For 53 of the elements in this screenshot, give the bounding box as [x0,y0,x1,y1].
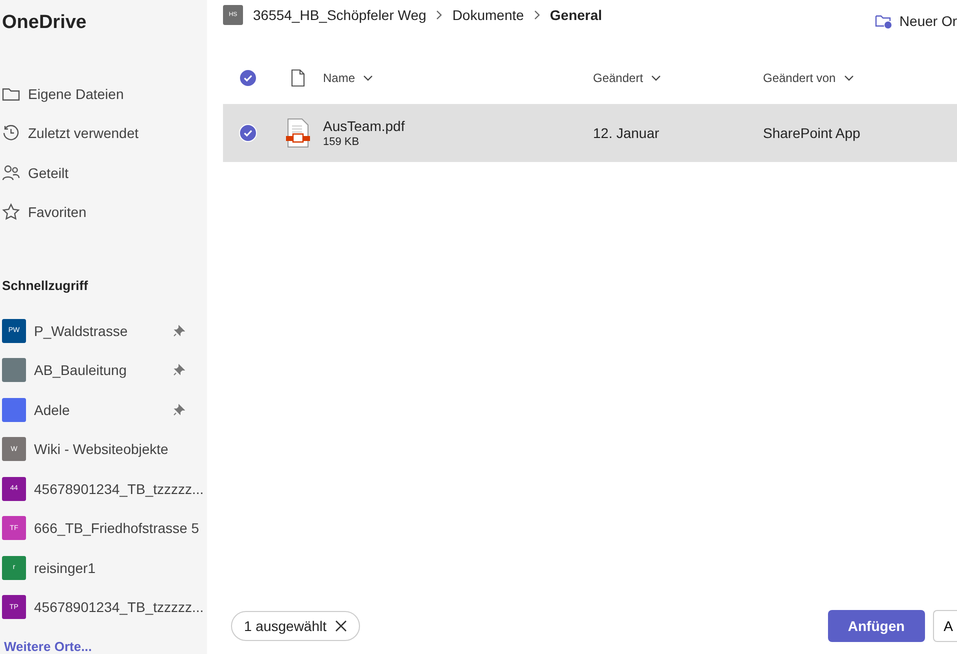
chevron-down-icon [651,75,662,81]
checkmark-circle-icon[interactable] [239,69,257,87]
nav-item[interactable]: Geteilt [2,153,207,192]
pin-icon[interactable] [173,324,185,337]
checkmark-circle-icon[interactable] [239,124,257,142]
selection-chip[interactable]: 1 ausgewählt [231,611,360,641]
nav-item[interactable]: Zuletzt verwendet [2,114,207,153]
folder-add-icon[interactable] [875,13,894,29]
site-link[interactable]: 45678901234_TB_tzzzzz... [34,599,207,616]
modified-by: SharePoint App [763,125,860,141]
nav-label: Zuletzt verwendet [28,125,138,142]
nav-label: Favoriten [28,204,86,220]
modified-date: 12. Januar [593,125,660,141]
star-icon [2,203,20,222]
pin-icon[interactable] [173,364,185,376]
app-title: OneDrive [2,12,86,34]
site-link[interactable]: 45678901234_TB_tzzzzz... [34,480,207,497]
chevron-right-icon [436,10,442,20]
attach-button[interactable]: Anfügen [828,610,925,642]
section-title: Schnellzugriff [2,278,88,293]
nav-label: Geteilt [28,164,68,181]
selection-count: 1 ausgewählt [244,618,327,634]
site-link[interactable]: 666_TB_Friedhofstrasse 5 [34,520,207,536]
breadcrumb-item[interactable]: Dokumente [452,7,524,23]
secondary-button[interactable]: A [932,610,957,642]
file-row[interactable]: AusTeam.pdf 159 KB 12. Januar SharePoint App [223,104,957,162]
folder-icon [2,86,20,102]
site-link[interactable]: Wiki - Websiteobjekte [34,441,207,458]
site-link[interactable]: AB_Bauleitung [34,362,173,378]
column-header[interactable]: Geändert [593,71,644,85]
file-size: 159 KB [323,136,360,148]
nav-item[interactable]: Favoriten [2,192,207,232]
chevron-down-icon [363,75,374,81]
breadcrumb-item[interactable]: General [550,7,602,23]
site-link[interactable]: P_Waldstrasse [34,322,173,339]
more-places-link[interactable]: Weitere Orte... [4,639,92,654]
nav-label: Eigene Dateien [28,86,124,102]
new-folder-label[interactable]: Neuer Or [899,13,957,29]
close-icon[interactable] [334,620,347,632]
column-header[interactable]: Name [323,71,356,85]
breadcrumb-item[interactable]: 36554_HB_Schöpfeler Weg [253,7,426,23]
pin-icon[interactable] [173,404,185,416]
column-header[interactable]: Geändert von [763,71,836,85]
history-icon [2,124,20,142]
chevron-right-icon [534,10,540,20]
nav-item[interactable]: Eigene Dateien [2,74,207,114]
pdf-file-icon [286,118,310,148]
chevron-down-icon [844,75,854,81]
site-link[interactable]: reisinger1 [34,560,207,576]
file-icon [291,69,305,87]
file-name[interactable]: AusTeam.pdf [323,118,405,134]
site-link[interactable]: Adele [34,402,173,418]
people-icon [2,164,20,182]
